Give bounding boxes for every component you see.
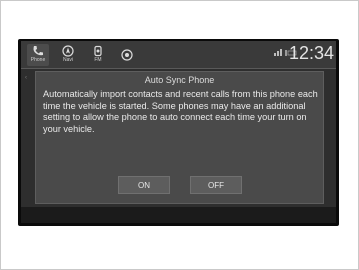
status-bar: Phone Navi FM 12:34 (21, 41, 336, 69)
back-arrow-icon[interactable]: ‹ (25, 75, 29, 81)
on-button[interactable]: ON (118, 176, 170, 194)
nav-phone-button[interactable]: Phone (27, 44, 49, 66)
auto-sync-dialog: Auto Sync Phone Automatically import con… (35, 71, 324, 204)
off-button[interactable]: OFF (190, 176, 242, 194)
phone-icon (33, 46, 43, 56)
dialog-message: Automatically import contacts and recent… (43, 89, 318, 134)
head-unit-bezel: Phone Navi FM 12:34 ‹ Auto Sync Phone Au… (18, 39, 339, 226)
status-divider (21, 68, 336, 69)
dialog-title: Auto Sync Phone (144, 75, 215, 85)
nav-fm-button[interactable]: FM (87, 44, 109, 66)
head-unit-screen: Phone Navi FM 12:34 ‹ Auto Sync Phone Au… (21, 41, 336, 223)
radio-icon (94, 45, 102, 57)
nav-phone-label: Phone (30, 57, 46, 63)
nav-fm-label: FM (94, 57, 102, 63)
bottom-strip (21, 207, 336, 223)
nav-navi-label: Navi (62, 57, 73, 63)
clock: 12:34 (289, 43, 335, 63)
navigation-icon (62, 45, 74, 57)
nav-camera-button[interactable] (116, 44, 138, 66)
nav-navi-button[interactable]: Navi (57, 44, 79, 66)
camera-icon (121, 49, 133, 61)
